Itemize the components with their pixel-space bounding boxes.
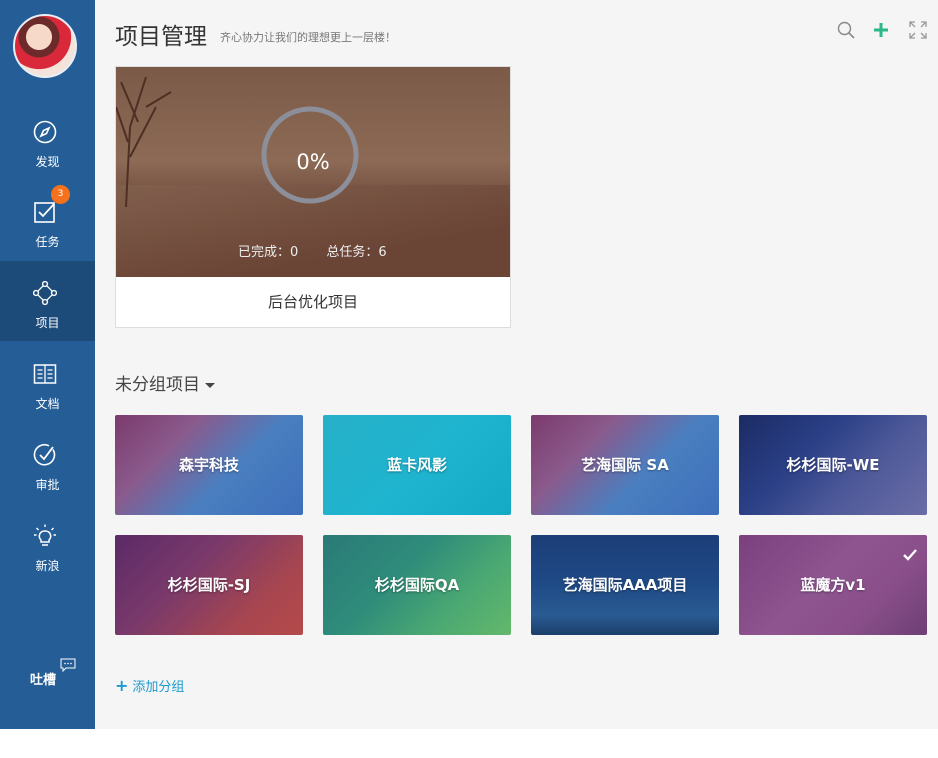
caret-down-icon[interactable] bbox=[205, 382, 215, 388]
user-avatar[interactable] bbox=[13, 14, 77, 78]
project-card-title: 杉杉国际-WE bbox=[786, 456, 880, 474]
check-icon[interactable] bbox=[902, 547, 918, 563]
sidebar-item-label: 项目 bbox=[35, 316, 60, 330]
book-icon bbox=[33, 364, 57, 384]
sidebar-item-label: 审批 bbox=[35, 478, 60, 492]
add-group-label: 添加分组 bbox=[132, 680, 185, 695]
sidebar-item-label: 任务 bbox=[35, 235, 60, 249]
total-count: 总任务：6 bbox=[326, 245, 387, 260]
project-nodes-icon bbox=[33, 281, 57, 305]
feedback-label: 吐槽 bbox=[30, 673, 57, 688]
sidebar-item-label: 新浪 bbox=[35, 559, 60, 573]
search-icon[interactable] bbox=[837, 21, 855, 39]
project-card-title: 艺海国际AAA项目 bbox=[562, 576, 688, 594]
lightbulb-icon bbox=[34, 524, 56, 546]
project-card[interactable]: 杉杉国际QA bbox=[323, 535, 511, 635]
app-window: 发现 任务 3 项目 文档 审批 新浪 吐槽 项目管理 齐心协力让我们的理想更上… bbox=[0, 0, 938, 729]
page-title: 项目管理 bbox=[115, 24, 207, 50]
progress-percent: 0% bbox=[296, 150, 330, 174]
fullscreen-icon[interactable] bbox=[909, 21, 927, 39]
group-title-label: 未分组项目 bbox=[115, 375, 200, 395]
sidebar-item-approval[interactable]: 审批 bbox=[0, 423, 95, 503]
add-group-link[interactable]: + 添加分组 bbox=[115, 676, 184, 695]
sidebar: 发现 任务 3 项目 文档 审批 新浪 吐槽 bbox=[0, 0, 95, 729]
chat-bubble-icon bbox=[60, 658, 76, 672]
compass-icon bbox=[33, 120, 57, 144]
completed-count: 已完成：0 bbox=[238, 245, 299, 260]
feedback-button[interactable]: 吐槽 bbox=[0, 650, 95, 700]
project-card-title: 杉杉国际-SJ bbox=[167, 576, 251, 594]
project-cover-image: 0% 已完成：0 总任务：6 bbox=[116, 67, 510, 277]
project-card[interactable]: 蓝卡风影 bbox=[323, 415, 511, 515]
featured-project-card[interactable]: 0% 已完成：0 总任务：6 后台优化项目 bbox=[115, 66, 511, 328]
task-stats: 已完成：0 总任务：6 bbox=[238, 241, 411, 260]
project-card[interactable]: 艺海国际 SA bbox=[531, 415, 719, 515]
group-title[interactable]: 未分组项目 bbox=[115, 370, 215, 395]
project-card[interactable]: 森宇科技 bbox=[115, 415, 303, 515]
tree-illustration bbox=[116, 76, 172, 207]
task-count-badge: 3 bbox=[51, 185, 70, 204]
plus-icon[interactable] bbox=[872, 21, 890, 39]
sidebar-item-docs[interactable]: 文档 bbox=[0, 342, 95, 422]
project-card[interactable]: 杉杉国际-SJ bbox=[115, 535, 303, 635]
project-card[interactable]: 艺海国际AAA项目 bbox=[531, 535, 719, 635]
sidebar-item-discover[interactable]: 发现 bbox=[0, 100, 95, 180]
page-subtitle: 齐心协力让我们的理想更上一层楼！ bbox=[220, 31, 396, 44]
project-card-title: 森宇科技 bbox=[178, 456, 239, 474]
plus-icon: + bbox=[115, 676, 129, 695]
project-card-title: 蓝魔方v1 bbox=[800, 576, 866, 594]
sidebar-item-tasks[interactable]: 任务 bbox=[0, 180, 95, 260]
project-card[interactable]: 杉杉国际-WE bbox=[739, 415, 927, 515]
approval-icon bbox=[33, 443, 56, 466]
project-card-title: 蓝卡风影 bbox=[386, 456, 447, 474]
project-name[interactable]: 后台优化项目 bbox=[116, 277, 510, 327]
project-card-title: 杉杉国际QA bbox=[374, 576, 460, 594]
sidebar-item-projects[interactable]: 项目 bbox=[0, 261, 95, 341]
sidebar-item-label: 文档 bbox=[35, 397, 60, 411]
project-card-title: 艺海国际 SA bbox=[581, 456, 669, 474]
sidebar-item-sina[interactable]: 新浪 bbox=[0, 504, 95, 584]
checkbox-icon bbox=[34, 202, 55, 223]
project-card[interactable]: 蓝魔方v1 bbox=[739, 535, 927, 635]
sidebar-item-label: 发现 bbox=[35, 155, 60, 169]
